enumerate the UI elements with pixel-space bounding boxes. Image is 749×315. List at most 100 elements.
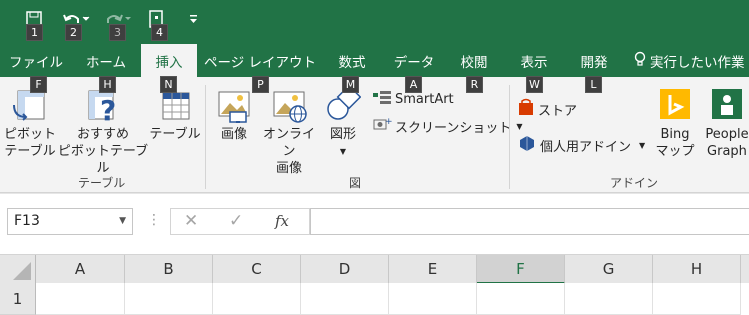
cell[interactable] [389, 283, 477, 315]
formula-input[interactable] [310, 208, 749, 235]
column-header[interactable]: C [213, 255, 301, 284]
smartart-label: SmartArt [395, 91, 454, 107]
shapes-button[interactable]: 図形 ▼ [320, 84, 366, 160]
column-header[interactable]: D [301, 255, 389, 284]
name-box-dropdown-icon[interactable]: ▼ [119, 216, 126, 226]
group-separator [205, 85, 206, 189]
keytip-qat-2: 2 [65, 24, 82, 41]
column-header[interactable]: B [125, 255, 213, 284]
cell[interactable] [301, 283, 389, 315]
recommended-pivot-button[interactable]: ? おすすめ ピボットテーブル [56, 87, 150, 177]
screenshot-icon: + [372, 116, 393, 136]
name-box[interactable]: F13 ▼ [7, 208, 133, 235]
splitter-handle[interactable]: ⋮ [147, 212, 161, 228]
tab-developer[interactable]: 開発 [572, 44, 616, 77]
tab-data[interactable]: データ [390, 44, 438, 77]
cell[interactable] [653, 283, 741, 315]
tab-view[interactable]: 表示 [512, 44, 556, 77]
keytip-file: F [30, 76, 47, 93]
tell-me-box[interactable]: 実行したい作業 [634, 44, 749, 77]
tab-review[interactable]: 校閲 [452, 44, 496, 77]
picture-button[interactable]: 画像 [212, 87, 256, 143]
title-bar: 1 2 3 4 [0, 0, 749, 44]
online-picture-button[interactable]: オンライン 画像 [258, 87, 320, 177]
table-button[interactable]: テーブル [148, 87, 202, 143]
screenshot-button[interactable]: + スクリーンショット ▼ [372, 116, 523, 136]
group-label-table: テーブル [78, 176, 126, 190]
cell[interactable] [36, 283, 125, 315]
bing-label-2: マップ [655, 144, 695, 159]
screenshot-label: スクリーンショット [395, 120, 512, 136]
row-header[interactable]: 1 [0, 283, 36, 315]
column-header[interactable]: G [565, 255, 653, 284]
screenshot-dropdown-icon: ▼ [516, 121, 523, 131]
tab-home[interactable]: ホーム [76, 44, 136, 77]
column-header[interactable]: E [389, 255, 477, 284]
column-header-partial[interactable] [741, 255, 749, 284]
column-header-row: A B C D E F G H [0, 254, 749, 284]
group-label-figure: 図 [349, 176, 362, 190]
bing-maps-button[interactable]: Bing マップ [652, 87, 698, 160]
customize-qat-icon[interactable] [189, 9, 199, 29]
tell-me-label: 実行したい作業 [650, 54, 745, 71]
online-picture-icon [271, 87, 307, 123]
select-all-icon [12, 262, 31, 280]
pivot-table-button[interactable]: ピボット テーブル [4, 87, 56, 160]
recommended-pivot-label-1: おすすめ [76, 127, 129, 142]
online-picture-label-1: オンライン [262, 127, 315, 159]
cell[interactable] [125, 283, 213, 315]
lightbulb-icon [634, 51, 646, 71]
store-icon [518, 98, 534, 120]
my-addins-dropdown-icon: ▼ [639, 140, 646, 150]
tab-file[interactable]: ファイル [6, 44, 66, 77]
bing-label-1: Bing [660, 127, 690, 142]
people-graph-icon [709, 87, 745, 123]
recommended-pivot-label-2: ピボットテーブル [57, 144, 149, 176]
bing-maps-icon [657, 87, 693, 123]
smartart-icon [372, 89, 392, 109]
cell[interactable] [565, 283, 653, 315]
svg-text:+: + [385, 117, 392, 127]
keytip-qat-1: 1 [26, 24, 43, 41]
keytip-view: W [526, 76, 543, 93]
keytip-home: H [99, 76, 116, 93]
table-row: 1 [0, 283, 749, 315]
svg-text:?: ? [100, 94, 116, 123]
pivot-label-1: ピボット [4, 127, 57, 142]
cancel-icon[interactable]: ✕ [184, 211, 198, 231]
column-header-selected[interactable]: F [477, 255, 565, 284]
column-header[interactable]: H [653, 255, 741, 284]
keytip-qat-3: 3 [109, 24, 126, 41]
keytip-insert: N [160, 76, 177, 93]
people-graph-button[interactable]: People Graph [700, 87, 749, 160]
my-addins-label: 個人用アドイン [540, 139, 632, 155]
picture-label: 画像 [220, 127, 247, 142]
enter-icon[interactable]: ✓ [229, 211, 243, 231]
tab-insert[interactable]: 挿入 [141, 44, 197, 77]
tab-page-layout[interactable]: ページ レイアウト [204, 44, 316, 77]
cell[interactable] [213, 283, 301, 315]
ribbon-tabs: ファイル ホーム 挿入 ページ レイアウト 数式 データ 校閲 表示 開発 実行… [0, 44, 749, 93]
keytip-data: A [405, 76, 422, 93]
online-picture-label-2: 画像 [275, 161, 302, 176]
keytip-review: R [466, 76, 483, 93]
keytip-formulas: M [342, 76, 359, 93]
select-all-button[interactable] [0, 255, 36, 284]
table-label: テーブル [149, 127, 201, 142]
people-graph-label-2: Graph [707, 144, 747, 159]
insert-function-button[interactable]: fx [275, 212, 289, 230]
cell[interactable] [477, 283, 565, 315]
store-button[interactable]: ストア [518, 98, 577, 120]
picture-icon [216, 87, 252, 123]
shapes-label: 図形 [329, 127, 356, 142]
tab-formulas[interactable]: 数式 [330, 44, 374, 77]
keytip-qat-4: 4 [151, 24, 168, 41]
group-label-addin: アドイン [610, 176, 659, 190]
column-header[interactable]: A [36, 255, 125, 284]
keytip-page-layout: P [252, 76, 269, 93]
keytip-developer: L [585, 76, 602, 93]
shapes-dropdown-icon: ▼ [339, 147, 347, 156]
my-addins-button[interactable]: 個人用アドイン ▼ [518, 134, 645, 156]
store-label: ストア [538, 103, 578, 119]
name-box-value: F13 [14, 213, 40, 229]
